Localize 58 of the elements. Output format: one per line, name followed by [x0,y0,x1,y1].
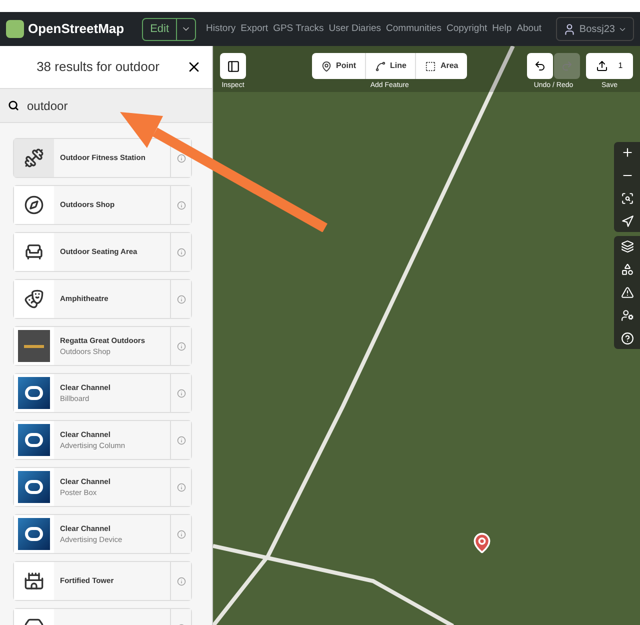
edit-button[interactable]: Edit [143,18,176,40]
location-icon[interactable] [620,215,634,228]
add-feature-button[interactable]: Line [365,53,416,79]
info-icon [176,248,186,256]
info-icon [176,530,186,538]
logo-icon [18,377,50,409]
undo-icon [534,60,546,72]
info-icon [176,342,186,350]
search-input[interactable]: outdoor [27,96,177,114]
nav-link[interactable]: GPS Tracks [273,22,324,36]
area-icon [425,60,436,72]
logo-icon [6,20,24,38]
preferences-icon[interactable] [620,309,634,322]
fitness-icon [24,148,44,168]
logo-icon [18,518,50,550]
inspect-button[interactable] [220,53,246,79]
map-data-icon[interactable] [620,263,634,276]
map-pin-icon [471,532,493,554]
zoom-to-selection-icon[interactable] [620,192,634,205]
add-feature-button[interactable]: Point [312,53,365,79]
logo-icon [18,424,50,456]
info-icon [176,576,186,586]
info-icon [176,154,186,162]
nav-link[interactable]: Communities [386,22,442,36]
user-menu-button[interactable]: Bossj23 [556,17,634,41]
sidebar-title: 38 results for outdoor [36,58,160,76]
help-icon[interactable] [620,332,634,345]
nav-link[interactable]: Copyright [446,22,488,36]
info-icon [176,294,186,304]
user-icon [563,22,576,36]
compass-icon [24,195,44,215]
info-icon [176,482,186,492]
info-icon [176,200,186,210]
bench-icon [24,242,44,262]
info-icon [176,388,186,398]
save-button[interactable]: 1 [586,53,633,79]
layers-icon[interactable] [620,240,634,253]
brand-link[interactable]: OpenStreetMap [28,19,124,39]
undo-button[interactable] [527,53,553,79]
nav-link[interactable]: Export [240,22,268,36]
search-field[interactable]: outdoor [0,89,212,123]
nav-link[interactable]: Help [492,22,512,36]
logo-icon [18,471,50,503]
upload-icon [596,60,608,72]
tower-icon [24,571,44,591]
pin-icon [321,60,332,72]
nav-link[interactable]: About [516,22,542,36]
logo-icon [18,330,50,362]
info-icon [176,436,186,444]
line-icon [375,60,386,72]
sidebar-toggle-icon [226,60,240,72]
add-feature-button[interactable]: Area [415,53,468,79]
nav-link[interactable]: User Diaries [328,22,382,36]
zoom-in-icon[interactable] [620,146,634,159]
warning-icon[interactable] [620,286,634,299]
nav-link[interactable]: History [206,22,236,36]
masks-icon [24,289,44,309]
search-icon [8,100,19,111]
